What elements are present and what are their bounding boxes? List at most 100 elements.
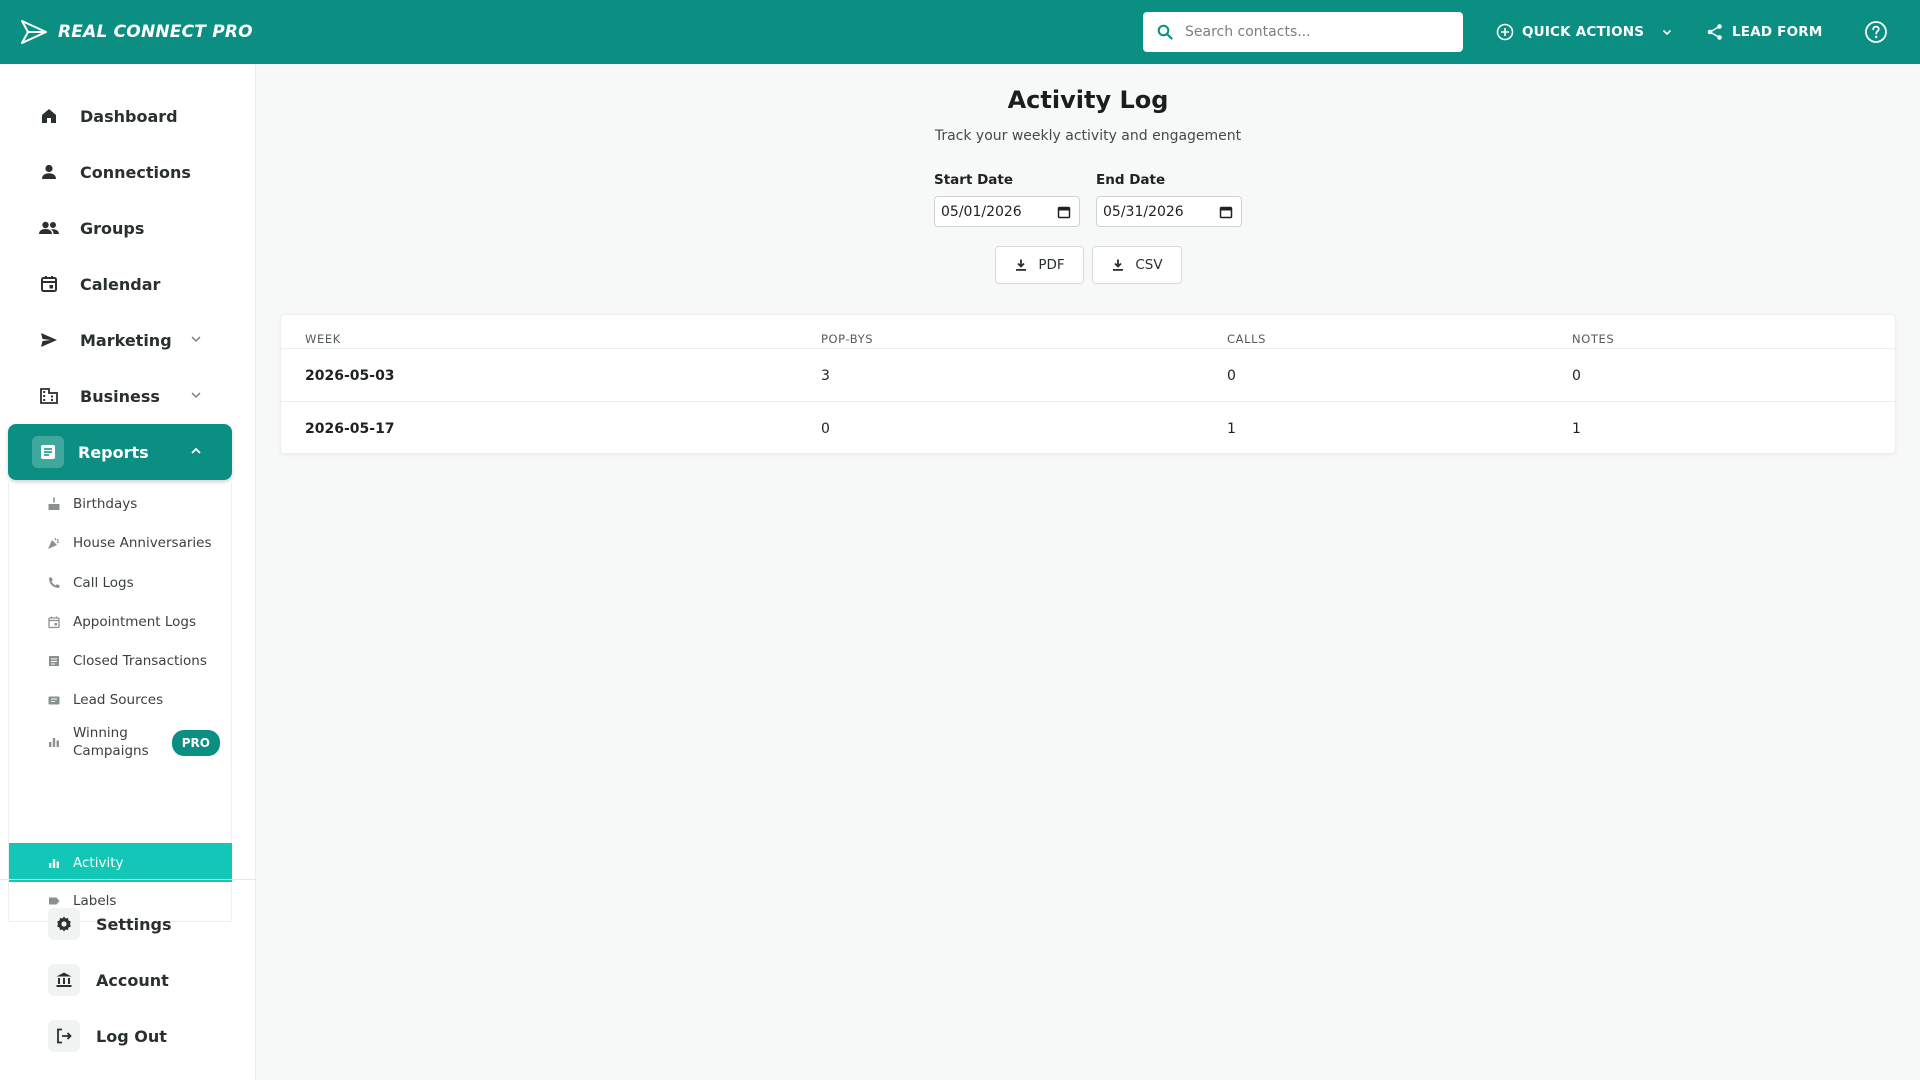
table-cell-pop-bys: 0	[821, 420, 830, 437]
report-item-label: Call Logs	[73, 574, 134, 591]
calendar-icon	[38, 273, 60, 295]
report-item-label: House Anniversaries	[73, 534, 212, 551]
brand-logo[interactable]: REAL CONNECT PRO	[20, 0, 253, 64]
sidebar-item-label: Connections	[80, 162, 191, 182]
page-subtitle: Track your weekly activity and engagemen…	[934, 128, 1242, 144]
end-date-label: End Date	[1096, 172, 1166, 188]
report-item-birthdays[interactable]: Birthdays	[9, 484, 232, 523]
bar-chart-icon	[47, 856, 61, 870]
brand-name: REAL CONNECT PRO	[58, 22, 253, 42]
table-cell-week: 2026-05-03	[305, 367, 395, 384]
share-icon	[1707, 24, 1722, 40]
table-cell-pop-bys: 3	[821, 367, 830, 384]
report-item-label: Closed Transactions	[73, 652, 207, 669]
logout-icon	[48, 1020, 80, 1052]
quick-actions-button[interactable]: QUICK ACTIONS	[1496, 0, 1674, 64]
sidebar-item-label: Account	[96, 970, 169, 990]
top-bar: REAL CONNECT PRO QUICK ACTIONS LEAD FORM	[0, 0, 1920, 64]
sidebar-divider	[0, 879, 256, 880]
end-date-value: 05/31/2026	[1103, 203, 1184, 220]
bar-chart-icon	[47, 735, 61, 749]
sidebar-item-label: Marketing	[80, 330, 172, 350]
report-item-lead-sources[interactable]: Lead Sources	[9, 680, 232, 719]
sidebar-item-label: Log Out	[96, 1026, 167, 1046]
chevron-down-icon	[1663, 29, 1672, 36]
table-cell-calls: 1	[1227, 420, 1236, 437]
table-cell-notes: 0	[1572, 367, 1581, 384]
receipt-icon	[47, 654, 61, 668]
report-item-label-line1: Winning	[73, 725, 128, 741]
chevron-down-icon	[191, 392, 201, 399]
report-item-label: Winning Campaigns	[73, 724, 149, 760]
download-icon	[1016, 259, 1027, 271]
report-item-closed-transactions[interactable]: Closed Transactions	[9, 641, 232, 680]
table-row[interactable]: 2026-05-17 0 1 1	[281, 401, 1895, 454]
table-row[interactable]: 2026-05-03 3 0 0	[281, 348, 1895, 401]
sidebar-item-connections[interactable]: Connections	[8, 144, 232, 200]
report-item-label: Birthdays	[73, 495, 138, 512]
start-date-group: Start Date 05/01/2026	[934, 172, 1080, 227]
sidebar-item-label: Business	[80, 386, 160, 406]
search-input[interactable]	[1185, 24, 1445, 40]
activity-table: WEEK POP-BYS CALLS NOTES 2026-05-03 3 0 …	[280, 314, 1896, 454]
table-cell-notes: 1	[1572, 420, 1581, 437]
start-date-label: Start Date	[934, 172, 1014, 188]
sidebar-item-label: Calendar	[80, 274, 161, 294]
sidebar-item-dashboard[interactable]: Dashboard	[8, 88, 232, 144]
sidebar-item-logout[interactable]: Log Out	[48, 1020, 167, 1052]
sidebar-item-groups[interactable]: Groups	[8, 200, 232, 256]
sidebar-item-label: Groups	[80, 218, 145, 238]
page-title: Activity Log	[1007, 86, 1169, 114]
calendar-icon[interactable]	[1219, 205, 1233, 219]
sidebar-item-label: Settings	[96, 914, 172, 934]
sidebar-item-settings[interactable]: Settings	[48, 908, 172, 940]
report-item-winning-campaigns[interactable]: Winning Campaigns PRO	[9, 718, 232, 766]
search-icon	[1157, 24, 1173, 40]
report-item-label-line2: Campaigns	[73, 743, 149, 759]
report-item-call-logs[interactable]: Call Logs	[9, 563, 232, 602]
paper-plane-logo-icon	[21, 20, 47, 44]
sidebar-item-business[interactable]: Business	[8, 368, 232, 424]
celebration-icon	[47, 536, 61, 550]
table-cell-week: 2026-05-17	[305, 420, 395, 437]
quick-actions-label: QUICK ACTIONS	[1522, 24, 1645, 40]
report-item-label: Activity	[73, 854, 124, 871]
start-date-input[interactable]: 05/01/2026	[934, 196, 1080, 227]
csv-label: CSV	[1135, 257, 1163, 273]
export-csv-button[interactable]: CSV	[1092, 246, 1182, 284]
chevron-up-icon	[191, 447, 201, 454]
report-item-label: Appointment Logs	[73, 613, 196, 630]
table-cell-calls: 0	[1227, 367, 1236, 384]
sidebar-item-reports[interactable]: Reports	[8, 424, 232, 480]
source-icon	[47, 693, 61, 707]
gear-icon	[48, 908, 80, 940]
end-date-input[interactable]: 05/31/2026	[1096, 196, 1242, 227]
calendar-check-icon	[47, 615, 61, 629]
start-date-value: 05/01/2026	[941, 203, 1022, 220]
report-item-appointment-logs[interactable]: Appointment Logs	[9, 602, 232, 641]
sidebar-item-label: Dashboard	[80, 106, 178, 126]
send-icon	[38, 329, 60, 351]
bank-icon	[48, 964, 80, 996]
sidebar-item-calendar[interactable]: Calendar	[8, 256, 232, 312]
help-icon[interactable]	[1864, 20, 1888, 44]
export-pdf-button[interactable]: PDF	[995, 246, 1084, 284]
plus-circle-icon	[1496, 23, 1514, 41]
report-item-house-anniversaries[interactable]: House Anniversaries	[9, 523, 232, 562]
building-icon	[38, 385, 60, 407]
home-icon	[38, 105, 60, 127]
lead-form-label: LEAD FORM	[1732, 24, 1823, 40]
search-box[interactable]	[1143, 12, 1463, 52]
report-item-label: Lead Sources	[73, 691, 164, 708]
end-date-group: End Date 05/31/2026	[1096, 172, 1242, 227]
report-icon	[32, 436, 64, 468]
sidebar-item-account[interactable]: Account	[48, 964, 169, 996]
label-icon	[47, 894, 61, 908]
sidebar: Dashboard Connections Groups Calendar Ma…	[0, 64, 256, 1080]
calendar-icon[interactable]	[1057, 205, 1071, 219]
report-item-activity-active[interactable]: Activity	[9, 843, 232, 882]
phone-icon	[47, 576, 61, 590]
report-item-label: Labels	[73, 892, 117, 909]
lead-form-button[interactable]: LEAD FORM	[1706, 0, 1823, 64]
sidebar-item-marketing[interactable]: Marketing	[8, 312, 232, 368]
